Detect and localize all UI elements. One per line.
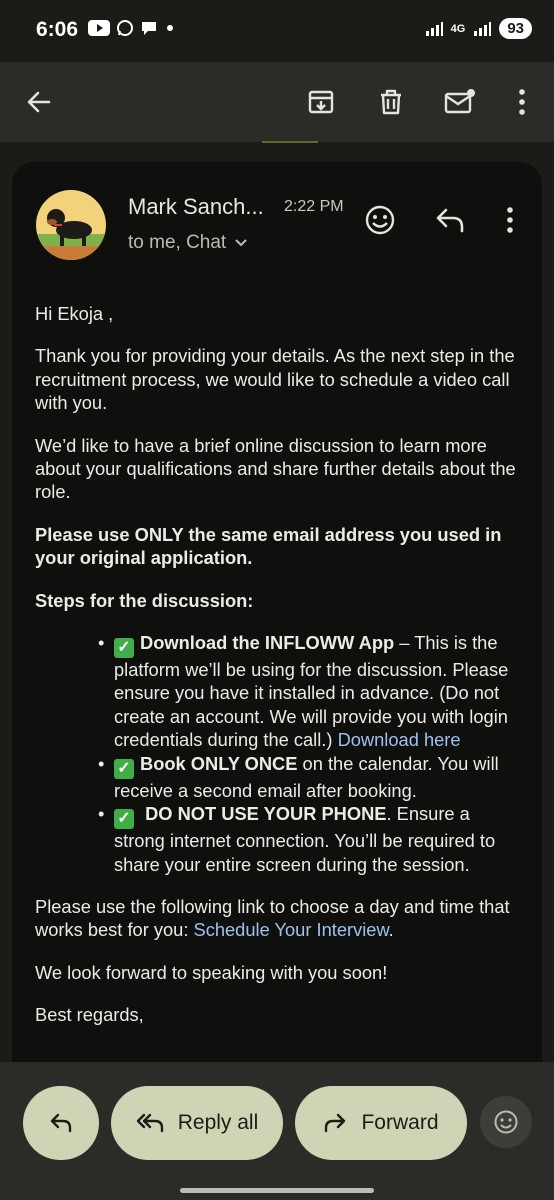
schedule-link[interactable]: Schedule Your Interview: [194, 919, 389, 940]
more-vert-icon: [507, 207, 513, 233]
list-item: • ✓ Download the INFLOWW App – This is th…: [35, 631, 525, 752]
signal-icon-2: [474, 21, 492, 36]
email-body: Hi Ekoja , Thank you for providing your …: [35, 302, 525, 1046]
paragraph: We’d like to have a brief online discuss…: [35, 434, 516, 503]
bullet: •: [98, 803, 105, 825]
emoji-icon: [365, 205, 395, 235]
reply-all-button[interactable]: Reply all: [111, 1086, 283, 1160]
list-item: • ✓ Book ONLY ONCE on the calendar. You w…: [35, 752, 525, 802]
closing: Best regards,: [35, 1004, 144, 1026]
add-reaction-button[interactable]: [360, 200, 400, 240]
chat-bubble-icon: [142, 22, 156, 35]
recipients-toggle[interactable]: to me, Chat: [128, 232, 248, 254]
message-more-button[interactable]: [490, 200, 530, 240]
email-time: 2:22 PM: [284, 198, 344, 215]
bullet: •: [98, 752, 105, 774]
status-right: 4G 93: [425, 18, 532, 39]
avatar[interactable]: [36, 190, 106, 260]
paragraph: We look forward to speaking with you soo…: [35, 961, 388, 983]
trash-icon: [381, 89, 401, 115]
chevron-down-icon: [235, 239, 247, 247]
paragraph: Thank you for providing your details. As…: [35, 345, 515, 414]
sender-name[interactable]: Mark Sanch...: [128, 194, 264, 220]
archive-icon: [308, 90, 334, 114]
whatsapp-icon: [117, 20, 133, 36]
steps-heading: Steps for the discussion:: [35, 589, 525, 612]
dog-avatar-image: [36, 190, 106, 260]
reply-icon: [50, 1113, 72, 1133]
reply-pill-button[interactable]: [23, 1086, 99, 1160]
reply-icon: [436, 208, 464, 233]
download-link[interactable]: Download here: [338, 729, 461, 750]
notification-icons: [88, 19, 176, 37]
steps-list: • ✓ Download the INFLOWW App – This is th…: [35, 631, 525, 876]
home-indicator[interactable]: [180, 1188, 374, 1193]
step-bold: DO NOT USE YOUR PHONE: [140, 803, 387, 825]
reply-button[interactable]: [430, 200, 470, 240]
list-item: • ✓ DO NOT USE YOUR PHONE. Ensure a stro…: [35, 802, 525, 876]
divider: [262, 141, 318, 143]
check-box-emoji: ✓: [114, 758, 134, 779]
mail-unread-icon: [444, 89, 475, 114]
back-arrow-icon: [27, 91, 51, 113]
more-vert-icon: [519, 89, 525, 115]
bottom-action-bar: Reply all Forward: [0, 1062, 554, 1200]
bullet: •: [98, 632, 105, 654]
status-time: 6:06: [36, 18, 79, 41]
forward-icon: [325, 1113, 346, 1133]
emoji-icon: [494, 1110, 518, 1134]
top-app-bar: [0, 62, 554, 142]
battery-level: 93: [499, 18, 532, 39]
youtube-icon: [88, 20, 110, 36]
delete-button[interactable]: [369, 80, 413, 124]
step-bold: Download the INFLOWW App: [140, 632, 395, 654]
reply-all-label: Reply all: [177, 1111, 259, 1134]
network-type: 4G: [450, 22, 466, 35]
recipients-label: to me, Chat: [128, 232, 227, 253]
paragraph: Please use ONLY the same email address y…: [35, 523, 525, 570]
greeting: Hi Ekoja ,: [35, 303, 114, 324]
dot-icon: [167, 25, 173, 31]
reply-all-icon: [136, 1113, 163, 1133]
status-bar: 6:06 4G 93: [0, 0, 554, 62]
mark-unread-button[interactable]: [438, 80, 482, 124]
back-button[interactable]: [17, 80, 61, 124]
check-box-emoji: ✓: [114, 638, 134, 659]
paragraph: Please use the following link to choose …: [35, 895, 525, 942]
paragraph-end: .: [388, 919, 394, 941]
more-options-button[interactable]: [500, 80, 544, 124]
forward-button[interactable]: Forward: [295, 1086, 467, 1160]
bold-notice: Please use ONLY the same email address y…: [35, 523, 502, 569]
react-button[interactable]: [480, 1096, 532, 1148]
forward-label: Forward: [361, 1111, 439, 1134]
steps-heading-text: Steps for the discussion:: [35, 589, 254, 611]
signal-icon: [425, 21, 443, 36]
check-box-emoji: ✓: [114, 809, 134, 830]
step-bold: Book ONLY ONCE: [140, 752, 298, 774]
archive-button[interactable]: [299, 80, 343, 124]
email-card: Mark Sanch... 2:22 PM to me, Chat Hi Eko…: [12, 162, 542, 1062]
